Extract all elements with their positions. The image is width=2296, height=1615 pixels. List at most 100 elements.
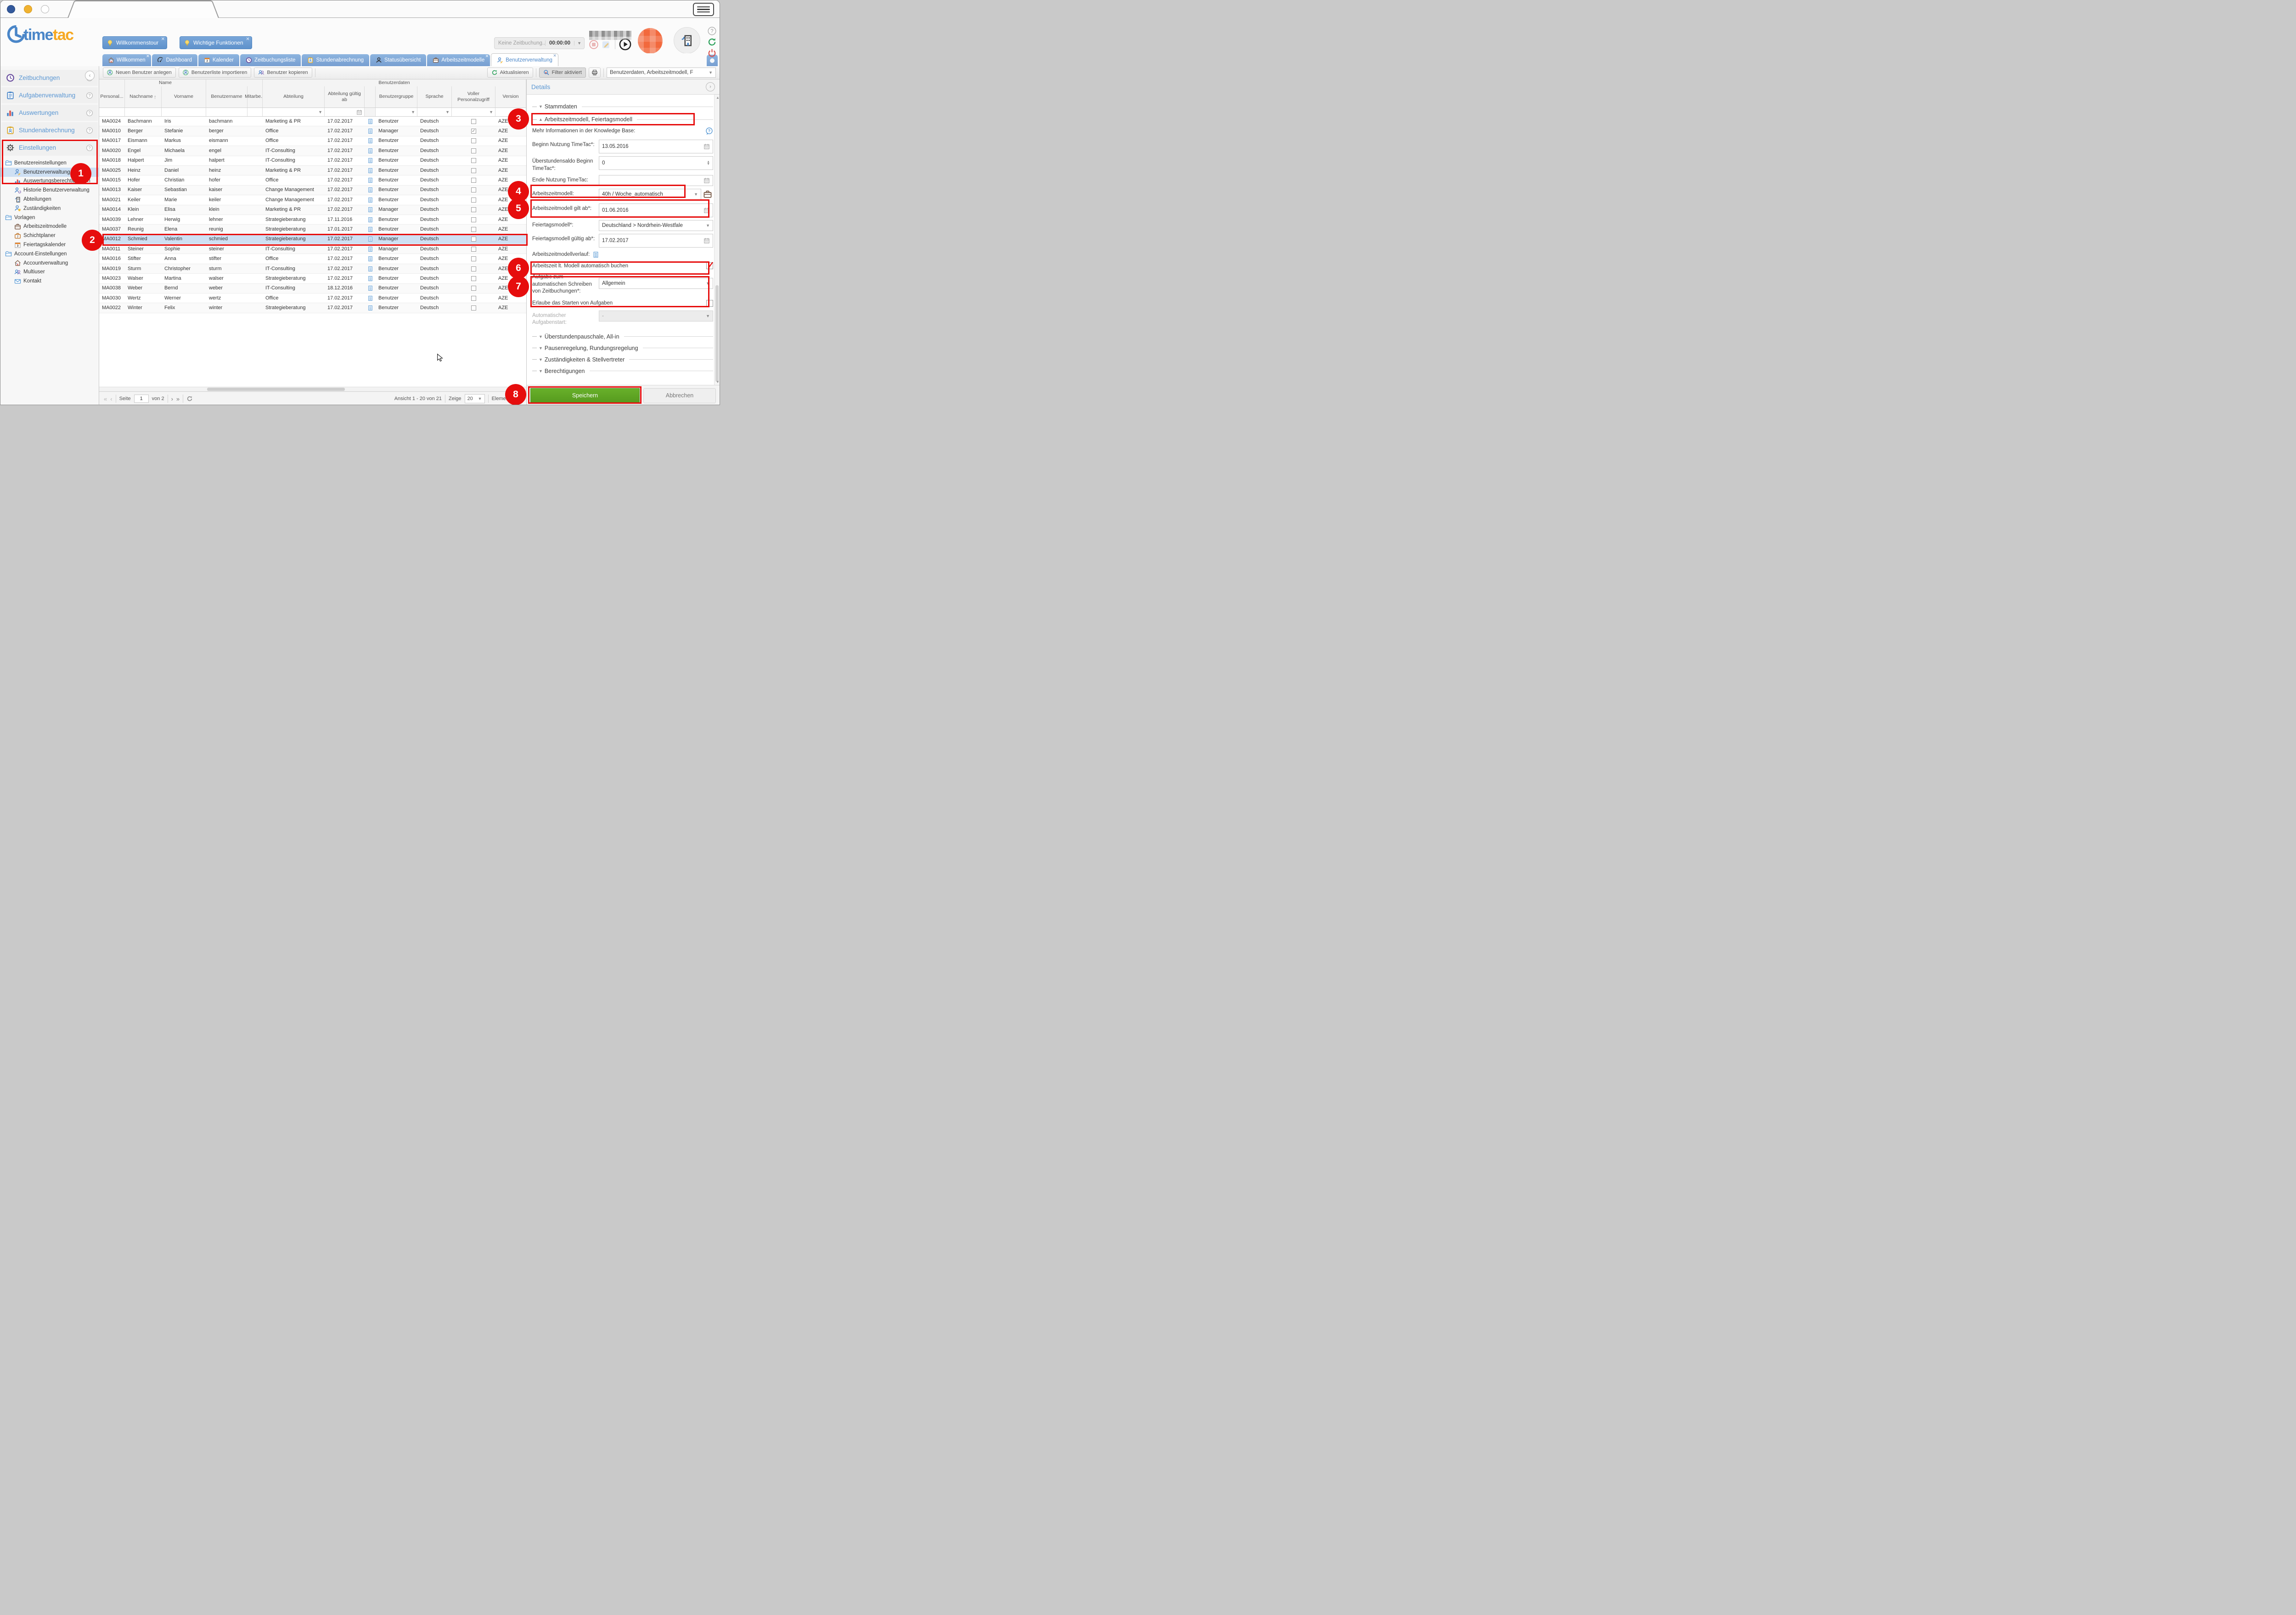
document-icon[interactable]	[367, 119, 373, 124]
table-row[interactable]: MA0022WinterFelixwinterStrategieberatung…	[99, 303, 526, 313]
avatar[interactable]	[638, 28, 663, 54]
document-icon[interactable]	[367, 285, 373, 291]
document-icon[interactable]	[367, 276, 373, 282]
page-size-dropdown[interactable]: 20▼	[465, 394, 485, 403]
help-icon[interactable]	[86, 92, 93, 99]
full-access-checkbox[interactable]	[471, 276, 476, 281]
document-icon[interactable]	[367, 187, 373, 193]
document-icon[interactable]	[367, 128, 373, 134]
filter-nachname[interactable]	[125, 108, 162, 116]
document-icon[interactable]	[367, 148, 373, 154]
spinner-icons[interactable]: ▲▼	[707, 161, 710, 165]
column-set-dropdown[interactable]: Benutzerdaten, Arbeitszeitmodell, F▼	[607, 68, 716, 78]
table-row[interactable]: MA0011SteinerSophiesteinerIT-Consulting1…	[99, 244, 526, 254]
full-access-checkbox[interactable]	[471, 286, 476, 291]
table-row[interactable]: MA0030WertzWernerwertzOffice17.02.2017Be…	[99, 294, 526, 303]
table-row[interactable]: MA0020EngelMichaelaengelIT-Consulting17.…	[99, 146, 526, 156]
welcome-tour-button[interactable]: Willkommenstour ✕	[102, 36, 167, 49]
chevron-down-icon[interactable]: ▼	[574, 41, 584, 45]
close-icon[interactable]: ✕	[161, 37, 165, 42]
tab-arbeitszeitmodelle[interactable]: Arbeitszeitmodelle✕	[427, 54, 490, 66]
next-page-icon[interactable]: ›	[171, 395, 173, 402]
window-minimize-icon[interactable]	[24, 5, 32, 13]
sidebar-item-feiertagskalender[interactable]: Feiertagskalender	[0, 240, 99, 249]
cell-doc[interactable]	[365, 284, 376, 293]
cell-doc[interactable]	[365, 186, 376, 195]
full-access-checkbox[interactable]	[471, 198, 476, 203]
column-header-voller-personalzugriff[interactable]: Voller Personalzugriff	[452, 86, 495, 107]
column-header-vorname[interactable]: Vorname	[162, 86, 206, 107]
filter-benutzername[interactable]	[206, 108, 248, 116]
history-doc-icon[interactable]	[592, 251, 599, 258]
table-row[interactable]: MA0012SchmiedValentinschmiedStrategieber…	[99, 235, 526, 244]
sidebar-item-benutzereinstellungen[interactable]: Benutzereinstellungen	[0, 158, 99, 168]
table-row[interactable]: MA0023WalserMartinawalserStrategieberatu…	[99, 274, 526, 283]
full-access-checkbox[interactable]	[471, 256, 476, 261]
start-tracking-icon[interactable]	[619, 38, 631, 51]
sidebar-section-stundenabrechnung[interactable]: Stundenabrechnung	[1, 122, 98, 138]
table-row[interactable]: MA0024BachmannIrisbachmannMarketing & PR…	[99, 117, 526, 126]
table-row[interactable]: MA0016StifterAnnastifterOffice17.02.2017…	[99, 254, 526, 264]
full-access-checkbox[interactable]	[471, 158, 476, 163]
scrollbar-thumb[interactable]	[207, 388, 345, 391]
filter-voller-personalzugriff[interactable]: ▼	[452, 108, 495, 116]
azm-gilt-ab-input[interactable]: 01.06.2016	[599, 203, 713, 217]
filter-abteilung[interactable]: ▼	[263, 108, 325, 116]
cell-doc[interactable]	[365, 195, 376, 204]
browser-tab-shape[interactable]	[67, 0, 219, 18]
column-header-abteilung[interactable]: Abteilung	[263, 86, 325, 107]
tab-willkommen[interactable]: Willkommen✕	[102, 54, 151, 66]
help-icon[interactable]	[707, 26, 717, 36]
document-icon[interactable]	[367, 305, 373, 311]
filter-benutzergruppe[interactable]: ▼	[376, 108, 417, 116]
important-functions-button[interactable]: Wichtige Funktionen ✕	[180, 36, 252, 49]
vertical-scrollbar[interactable]: ▲▼	[714, 95, 720, 385]
sidebar-item-arbeitszeitmodelle[interactable]: Arbeitszeitmodelle	[0, 222, 99, 232]
sidebar-item-multiuser[interactable]: Multiuser	[0, 268, 99, 277]
save-button[interactable]: Speichern	[530, 388, 640, 403]
calendar-icon[interactable]	[703, 143, 710, 150]
section-ueberstundenpauschale[interactable]: ▼Überstundenpauschale, All-in	[532, 332, 713, 341]
filter-personalnr[interactable]	[99, 108, 125, 116]
sidebar-item-historie-benutzerverwaltung[interactable]: Historie Benutzerverwaltung	[0, 186, 99, 195]
cell-doc[interactable]	[365, 156, 376, 165]
logout-power-icon[interactable]	[707, 48, 717, 58]
table-row[interactable]: MA0013KaiserSebastiankaiserChange Manage…	[99, 186, 526, 195]
ende-nutzung-input[interactable]	[599, 175, 713, 186]
filter-sprache[interactable]: ▼	[417, 108, 452, 116]
stop-tracking-icon[interactable]	[589, 40, 599, 50]
cell-doc[interactable]	[365, 166, 376, 175]
close-icon[interactable]: ✕	[146, 54, 150, 59]
full-access-checkbox[interactable]	[471, 247, 476, 252]
organization-button[interactable]	[674, 27, 700, 54]
table-row[interactable]: MA0039LehnerHerwiglehnerStrategieberatun…	[99, 215, 526, 225]
help-icon[interactable]	[86, 144, 93, 152]
full-access-checkbox[interactable]	[471, 227, 476, 232]
table-row[interactable]: MA0021KeilerMariekeilerChange Management…	[99, 195, 526, 205]
filter-abteilung-gueltig-ab[interactable]	[325, 108, 365, 116]
window-close-icon[interactable]	[41, 5, 49, 13]
column-header-benutzername[interactable]: Benutzername	[206, 86, 248, 107]
sidebar-item-accountverwaltung[interactable]: Accountverwaltung	[0, 259, 99, 268]
filter-vorname[interactable]	[162, 108, 206, 116]
sidebar-item-schichtplaner[interactable]: Schichtplaner	[0, 231, 99, 240]
document-icon[interactable]	[367, 158, 373, 164]
document-icon[interactable]	[367, 207, 373, 213]
document-icon[interactable]	[367, 236, 373, 242]
close-icon[interactable]: ✕	[246, 37, 249, 42]
document-icon[interactable]	[367, 168, 373, 174]
feiertag-gueltig-ab-input[interactable]: 17.02.2017	[599, 234, 713, 248]
cell-doc[interactable]	[365, 303, 376, 312]
sidebar-item-auswertungsberechtigungen[interactable]: Auswertungsberechtigungen	[0, 177, 99, 186]
column-header-mitarbeiter[interactable]: Mitarbe...	[248, 86, 263, 107]
full-access-checkbox[interactable]	[471, 119, 476, 124]
print-button[interactable]	[589, 68, 601, 78]
copy-user-button[interactable]: Benutzer kopieren	[254, 68, 312, 78]
section-berechtigungen[interactable]: ▼Berechtigungen	[532, 367, 713, 376]
reload-icon[interactable]	[707, 37, 717, 47]
auto-buchen-checkbox[interactable]	[706, 262, 713, 269]
document-icon[interactable]	[367, 256, 373, 262]
table-row[interactable]: MA0014KleinElisakleinMarketing & PR17.02…	[99, 205, 526, 215]
document-icon[interactable]	[367, 246, 373, 252]
refresh-button[interactable]: Aktualisieren	[487, 68, 533, 78]
